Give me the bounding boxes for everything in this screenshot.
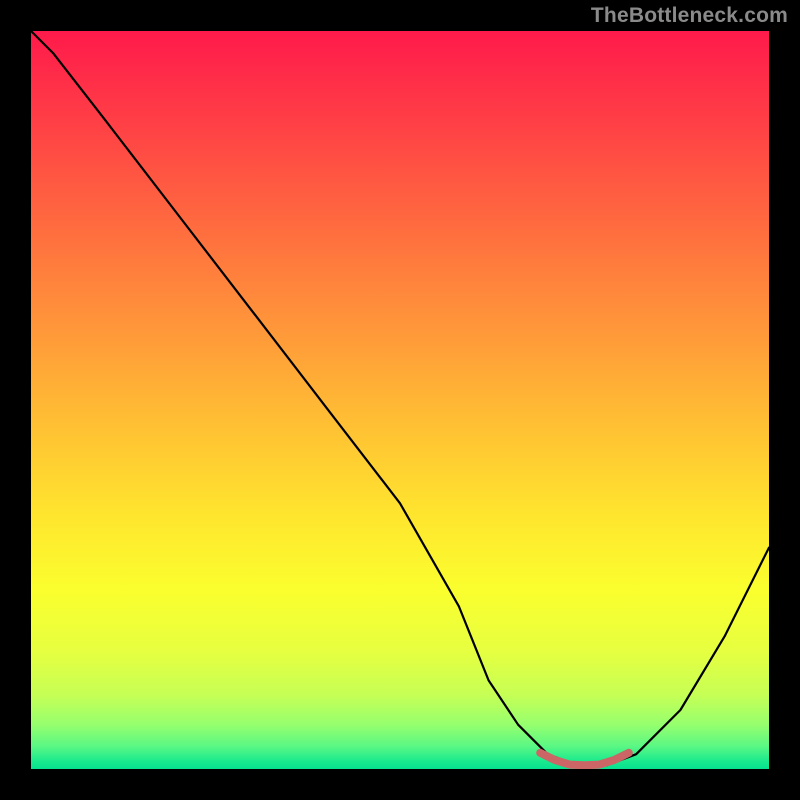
heat-gradient-background [31, 31, 769, 769]
plot-area [31, 31, 769, 769]
watermark-text: TheBottleneck.com [591, 4, 788, 28]
chart-frame: TheBottleneck.com [0, 0, 800, 800]
